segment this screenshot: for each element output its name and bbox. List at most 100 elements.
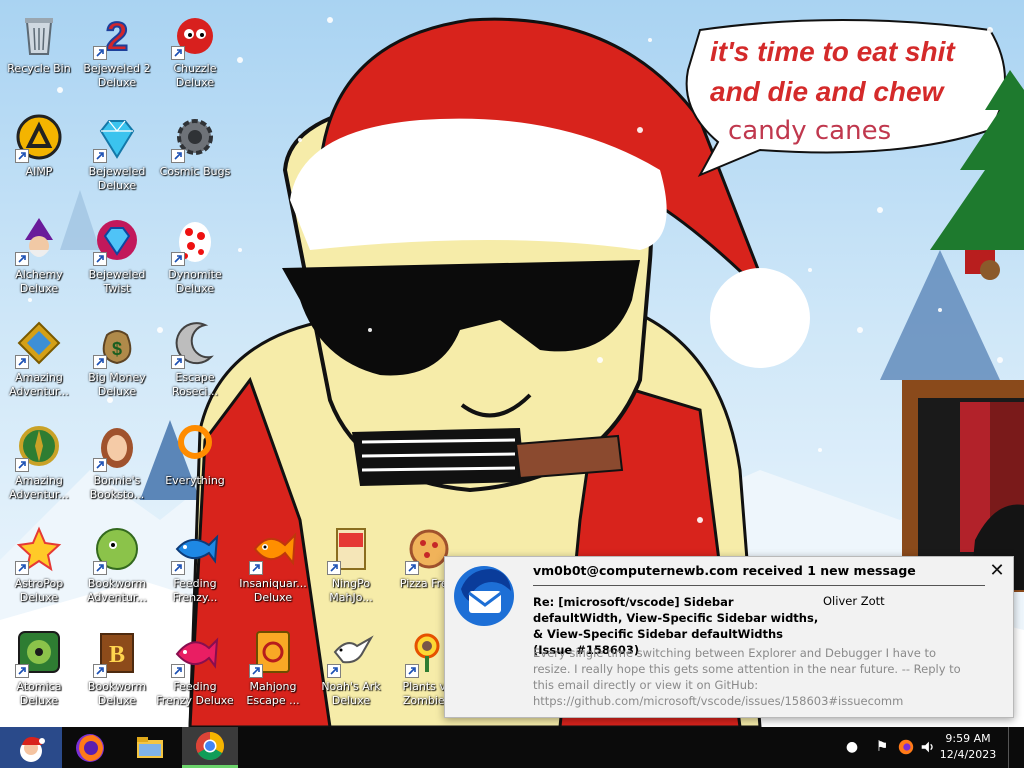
desktop-icon-escape-rosecliff[interactable]: Escape Roseci... (156, 313, 234, 409)
volume-icon[interactable] (918, 737, 938, 757)
speech-line-2: and die and chew (710, 76, 944, 107)
everything-search-icon (178, 425, 212, 459)
desktop-icon-feeding-frenzy-deluxe[interactable]: Feeding Frenzy Deluxe (156, 622, 234, 718)
speech-bubble: it's time to eat shit and die and chew c… (676, 14, 1006, 162)
shortcut-arrow-icon (93, 355, 107, 369)
desktop-icon-label: Noah's Ark Deluxe (321, 680, 381, 707)
clock-date: 12/4/2023 (939, 748, 997, 761)
recycle-bin-icon (25, 18, 53, 55)
thunderbird-icon (449, 561, 519, 631)
desktop-icon-atomica[interactable]: Atomica Deluxe (0, 622, 78, 718)
shortcut-arrow-icon (327, 561, 341, 575)
shortcut-arrow-icon (15, 458, 29, 472)
desktop-icon-amazing-adventures-2[interactable]: Amazing Adventur... (0, 416, 78, 512)
tray-flag-icon[interactable]: ⚑ (872, 737, 892, 757)
shortcut-arrow-icon (171, 252, 185, 266)
desktop-icon-bejeweled-2[interactable]: 2 Bejeweled 2 Deluxe (78, 4, 156, 100)
shortcut-arrow-icon (93, 46, 107, 60)
shortcut-arrow-icon (15, 252, 29, 266)
shortcut-arrow-icon (171, 149, 185, 163)
desktop-icon-big-money[interactable]: $ Big Money Deluxe (78, 313, 156, 409)
email-sender: Oliver Zott (823, 594, 885, 608)
shortcut-arrow-icon (171, 664, 185, 678)
shortcut-arrow-icon (93, 664, 107, 678)
chrome-icon (196, 732, 224, 760)
new-mail-notification[interactable]: vm0b0t@computernewb.com received 1 new m… (444, 556, 1014, 718)
desktop-icon-label: AstroPop Deluxe (14, 577, 64, 604)
tray-dot-icon[interactable]: ● (842, 737, 862, 757)
santa-start-icon (20, 736, 45, 762)
desktop-icon-label: Bookworm Adventur... (87, 577, 147, 604)
file-explorer-icon (137, 736, 163, 758)
shortcut-arrow-icon (249, 664, 263, 678)
desktop-icon-label: Recycle Bin (7, 62, 71, 75)
desktop-icon-label: NingPo MahJo... (329, 577, 373, 604)
desktop-icon-aimp[interactable]: AIMP (0, 107, 78, 203)
desktop-icon-label: Atomica Deluxe (16, 680, 62, 707)
notification-close-button[interactable]: ✕ (987, 561, 1007, 581)
desktop-icon-label: Mahjong Escape ... (246, 680, 300, 707)
desktop-icon-astropop[interactable]: AstroPop Deluxe (0, 519, 78, 615)
desktop-icon-feeding-frenzy[interactable]: Feeding Frenzy... (156, 519, 234, 615)
svg-text:B: B (109, 642, 125, 668)
clock-time: 9:59 AM (945, 732, 991, 745)
desktop-icon-bejeweled-twist[interactable]: Bejeweled Twist (78, 210, 156, 306)
desktop-icon-bookworm-adventures[interactable]: Bookworm Adventur... (78, 519, 156, 615)
shortcut-arrow-icon (171, 561, 185, 575)
shortcut-arrow-icon (405, 664, 419, 678)
desktop-icon-alchemy[interactable]: Alchemy Deluxe (0, 210, 78, 306)
shortcut-arrow-icon (171, 355, 185, 369)
shortcut-arrow-icon (171, 46, 185, 60)
shortcut-arrow-icon (93, 561, 107, 575)
start-button[interactable] (0, 727, 62, 768)
desktop-icon-insaniquarium[interactable]: Insaniquar... Deluxe (234, 519, 312, 615)
desktop-icon-ningpo-mahjong[interactable]: NingPo MahJo... (312, 519, 390, 615)
shortcut-arrow-icon (249, 561, 263, 575)
desktop-icon-label: Feeding Frenzy... (172, 577, 218, 604)
taskbar: ● ⚑ 9:59 AM 12/4/2023 (0, 727, 1024, 768)
desktop-icon-label: Cosmic Bugs (159, 165, 231, 178)
firefox-icon (76, 733, 104, 762)
shortcut-arrow-icon (93, 149, 107, 163)
desktop-icon-label: Alchemy Deluxe (15, 268, 63, 295)
desktop-icon-cosmic-bugs[interactable]: Cosmic Bugs (156, 107, 234, 203)
show-desktop-button[interactable] (1008, 727, 1024, 768)
desktop-icon-label: Bookworm Deluxe (87, 680, 147, 707)
taskbar-chrome-button[interactable] (182, 727, 238, 768)
speech-line-1: it's time to eat shit (710, 36, 955, 67)
desktop-icon-label: Insaniquar... Deluxe (239, 577, 307, 604)
taskbar-firefox-button[interactable] (62, 727, 118, 768)
desktop-icon-everything[interactable]: Everything (156, 416, 234, 512)
shortcut-arrow-icon (15, 664, 29, 678)
desktop-icon-label: Amazing Adventur... (9, 371, 69, 398)
desktop-icon-bonnies-bookstore[interactable]: Bonnie's Booksto... (78, 416, 156, 512)
desktop-icon-label: Chuzzle Deluxe (173, 62, 217, 89)
desktop-icon-label: Bejeweled Deluxe (88, 165, 146, 192)
desktop-icon-label: AIMP (25, 165, 53, 178)
desktop-icon-bejeweled[interactable]: Bejeweled Deluxe (78, 107, 156, 203)
tray-firefox-icon[interactable] (896, 737, 916, 757)
desktop-icon-label: Escape Roseci... (172, 371, 218, 398)
shortcut-arrow-icon (15, 561, 29, 575)
desktop-icon-chuzzle[interactable]: Chuzzle Deluxe (156, 4, 234, 100)
desktop-icon-label: Amazing Adventur... (9, 474, 69, 501)
desktop-icon-label: Feeding Frenzy Deluxe (156, 680, 234, 707)
desktop-icon-mahjong-escape[interactable]: Mahjong Escape ... (234, 622, 312, 718)
desktop-icon-label: Bejeweled 2 Deluxe (83, 62, 151, 89)
svg-text:2: 2 (106, 15, 128, 58)
desktop-icon-recycle-bin[interactable]: Recycle Bin (0, 4, 78, 100)
desktop-icon-bookworm[interactable]: B Bookworm Deluxe (78, 622, 156, 718)
clock[interactable]: 9:59 AM 12/4/2023 (938, 731, 998, 763)
notification-title: vm0b0t@computernewb.com received 1 new m… (533, 563, 916, 578)
speech-line-3: candy canes (728, 116, 892, 146)
taskbar-file-explorer-button[interactable] (122, 727, 178, 768)
shortcut-arrow-icon (93, 458, 107, 472)
desktop-icon-label: Bonnie's Booksto... (89, 474, 145, 501)
notification-divider (533, 585, 985, 586)
desktop-icon-amazing-adventures[interactable]: Amazing Adventur... (0, 313, 78, 409)
svg-text:$: $ (112, 339, 122, 359)
shortcut-arrow-icon (15, 355, 29, 369)
desktop-icon-dynomite[interactable]: Dynomite Deluxe (156, 210, 234, 306)
desktop-icon-label: Bejeweled Twist (88, 268, 146, 295)
desktop-icon-noahs-ark[interactable]: Noah's Ark Deluxe (312, 622, 390, 718)
